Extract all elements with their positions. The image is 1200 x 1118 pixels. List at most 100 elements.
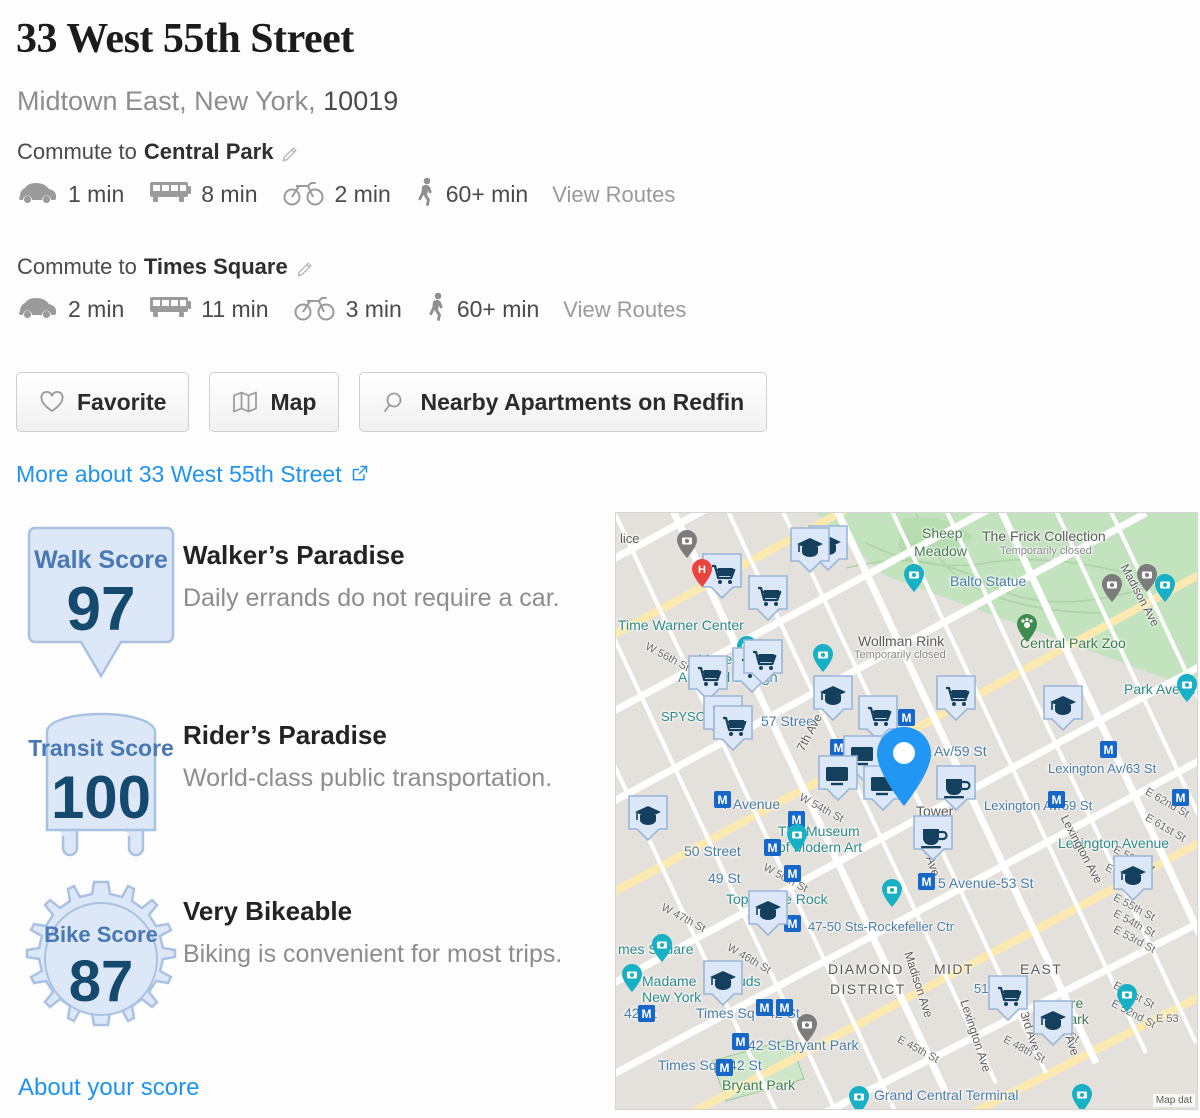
- bus-icon: [148, 294, 192, 325]
- education-poi-marker[interactable]: [626, 793, 670, 848]
- map-label: MIDT: [934, 961, 974, 977]
- map-label: 47-50 Sts-Rockefeller Ctr: [808, 919, 954, 934]
- commute-mode-time: 11 min: [201, 296, 269, 322]
- commute-mode-bike[interactable]: 3 min: [293, 293, 402, 326]
- subway-station-icon[interactable]: M: [918, 873, 935, 895]
- svg-text:M: M: [642, 1007, 652, 1021]
- commute-mode-time: 1 min: [68, 181, 125, 207]
- education-poi-marker[interactable]: [1111, 853, 1155, 908]
- attraction-poi-marker[interactable]: [786, 823, 808, 858]
- subway-station-icon[interactable]: M: [716, 1059, 733, 1081]
- electronics-poi-marker[interactable]: [816, 753, 860, 808]
- location-pin-marker[interactable]: [872, 725, 936, 814]
- heart-icon: [39, 390, 65, 414]
- subway-station-icon[interactable]: M: [1048, 791, 1065, 813]
- commute-destination: Times Square: [143, 254, 288, 279]
- score-text-transit: Rider’s Paradise World-class public tran…: [183, 700, 552, 798]
- score-title: Rider’s Paradise: [183, 720, 387, 750]
- bus-icon: [148, 179, 192, 210]
- walk-score-badge[interactable]: Walk Score 97: [18, 520, 183, 692]
- commute-modes: 2 min 11 min 3 min 60+ min View Routes: [17, 292, 686, 327]
- attraction-poi-marker[interactable]: [903, 563, 925, 598]
- transit-score-badge[interactable]: Transit Score 100: [18, 700, 183, 868]
- score-row-bike: Bike Score 87 Very Bikeable Biking is co…: [18, 876, 598, 1058]
- attraction-poi-marker[interactable]: [1154, 573, 1176, 608]
- map-button[interactable]: Map: [209, 372, 340, 432]
- attraction-poi-marker[interactable]: [621, 963, 643, 998]
- subway-station-icon[interactable]: M: [756, 999, 773, 1021]
- walk-icon: [426, 292, 448, 327]
- commute-mode-car[interactable]: 1 min: [17, 179, 124, 210]
- score-description: World-class public transportation.: [183, 764, 553, 792]
- subway-station-icon[interactable]: M: [732, 1033, 749, 1055]
- commute-mode-walk[interactable]: 60+ min: [426, 292, 539, 327]
- commute-mode-time: 2 min: [334, 181, 391, 207]
- view-routes-link[interactable]: View Routes: [552, 182, 675, 208]
- map-label: Temporarily closed: [1000, 545, 1092, 557]
- cafe-poi-marker[interactable]: [934, 763, 978, 818]
- education-poi-marker[interactable]: [1041, 683, 1085, 738]
- education-poi-marker[interactable]: [1031, 998, 1075, 1053]
- subway-station-icon[interactable]: M: [784, 865, 801, 887]
- map-canvas[interactable]: lice Sheep Meadow The Frick Collection Tempo…: [616, 513, 1197, 1109]
- map-label: Wollman Rink: [858, 633, 945, 649]
- shopping-poi-marker[interactable]: [986, 973, 1030, 1028]
- attraction-poi-marker[interactable]: [1176, 673, 1197, 708]
- commute-mode-transit[interactable]: 11 min: [148, 294, 269, 325]
- commute-mode-bike[interactable]: 2 min: [282, 178, 391, 211]
- education-poi-marker[interactable]: [746, 888, 790, 943]
- bike-icon: [293, 293, 337, 326]
- shopping-poi-marker[interactable]: [934, 673, 978, 728]
- attraction-poi-marker[interactable]: [1116, 983, 1138, 1018]
- shopping-poi-marker[interactable]: [711, 703, 755, 758]
- zoo-poi-marker[interactable]: [1016, 613, 1038, 648]
- commute-destination: Central Park: [143, 139, 274, 164]
- more-about-link[interactable]: More about 33 West 55th Street: [16, 461, 369, 488]
- attraction-poi-marker[interactable]: [881, 878, 903, 913]
- view-routes-link[interactable]: View Routes: [563, 297, 686, 323]
- walk-icon: [415, 177, 437, 212]
- education-poi-marker[interactable]: [701, 958, 745, 1013]
- landmark-poi-marker[interactable]: [796, 1013, 818, 1048]
- attraction-poi-marker[interactable]: [1071, 1083, 1093, 1109]
- map-panel[interactable]: lice Sheep Meadow The Frick Collection Tempo…: [615, 512, 1198, 1110]
- map-label: Sheep: [922, 525, 963, 541]
- favorite-button[interactable]: Favorite: [16, 372, 190, 432]
- subway-station-icon[interactable]: M: [1172, 789, 1189, 811]
- commute-mode-transit[interactable]: 8 min: [148, 179, 258, 210]
- shopping-poi-marker[interactable]: [741, 637, 785, 692]
- hospital-poi-marker[interactable]: H: [691, 558, 713, 593]
- landmark-poi-marker[interactable]: [1101, 573, 1123, 608]
- score-list: Walk Score 97 Walker’s Paradise Daily er…: [18, 520, 598, 1058]
- education-poi-marker[interactable]: [811, 673, 855, 728]
- pencil-icon[interactable]: [295, 257, 315, 277]
- map-label: Lexington Av/63 St: [1048, 761, 1157, 776]
- commute-mode-car[interactable]: 2 min: [17, 294, 124, 325]
- cafe-poi-marker[interactable]: [911, 813, 955, 868]
- commute-prefix: Commute to: [17, 139, 137, 164]
- commute-heading: Commute to Central Park: [17, 137, 675, 167]
- zip-text: 10019: [323, 86, 399, 116]
- about-your-score-link[interactable]: About your score: [18, 1074, 199, 1102]
- education-poi-marker[interactable]: [788, 525, 832, 580]
- subway-station-icon[interactable]: M: [776, 999, 793, 1021]
- attraction-poi-marker[interactable]: [651, 933, 673, 968]
- subway-station-icon[interactable]: M: [1100, 741, 1117, 763]
- nearby-apartments-button[interactable]: Nearby Apartments on Redfin: [359, 372, 768, 432]
- map-label: The Frick Collection: [982, 528, 1106, 544]
- svg-text:M: M: [718, 793, 728, 807]
- map-label: Meadow: [914, 543, 967, 559]
- page-title: 33 West 55th Street: [16, 16, 354, 62]
- subway-station-icon[interactable]: M: [764, 839, 781, 861]
- shopping-poi-marker[interactable]: [746, 573, 790, 628]
- car-icon: [17, 294, 59, 325]
- pencil-icon[interactable]: [280, 142, 300, 162]
- commute-mode-walk[interactable]: 60+ min: [415, 177, 528, 212]
- commute-modes: 1 min 8 min 2 min 60+ min View Routes: [17, 177, 675, 212]
- map-label: Madame: [642, 973, 697, 989]
- subway-station-icon[interactable]: M: [638, 1005, 655, 1027]
- bike-score-badge[interactable]: Bike Score 87: [18, 876, 183, 1042]
- attraction-poi-marker[interactable]: [848, 1085, 870, 1109]
- subway-station-icon[interactable]: M: [714, 791, 731, 813]
- map-label: Av/59 St: [934, 743, 987, 759]
